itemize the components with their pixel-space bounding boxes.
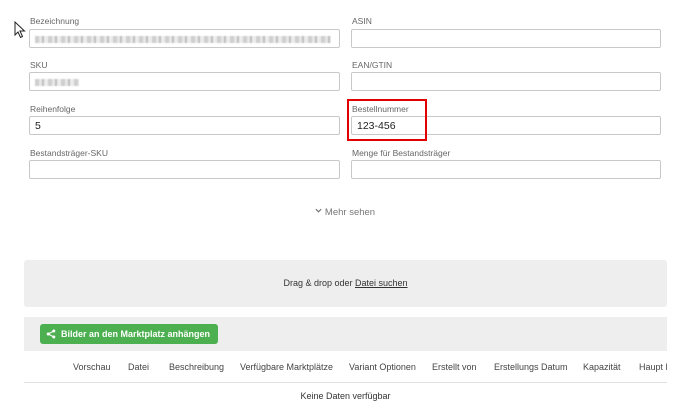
mouse-cursor-icon (14, 21, 26, 39)
images-table-header: Vorschau Datei Beschreibung Verfügbare M… (24, 352, 667, 383)
redacted-value (35, 79, 79, 86)
reihenfolge-label: Reihenfolge (30, 104, 76, 114)
ean-label: EAN/GTIN (352, 60, 393, 70)
browse-file-link[interactable]: Datei suchen (355, 278, 408, 288)
redacted-value (35, 36, 331, 43)
menge-field[interactable] (351, 160, 661, 179)
empty-table-message: Keine Daten verfügbar (300, 391, 391, 401)
bezeichnung-field[interactable] (29, 29, 340, 48)
column-header-beschreibung[interactable]: Beschreibung (169, 362, 224, 372)
column-header-vorschau[interactable]: Vorschau (73, 362, 111, 372)
column-header-variant-optionen[interactable]: Variant Optionen (349, 362, 416, 372)
column-header-datei[interactable]: Datei (128, 362, 149, 372)
column-header-kapazitaet[interactable]: Kapazität (583, 362, 621, 372)
reihenfolge-field[interactable]: 5 (29, 116, 340, 135)
ean-field[interactable] (351, 72, 661, 91)
chevron-down-icon (315, 208, 322, 213)
share-icon (46, 329, 56, 339)
sku-field[interactable] (29, 72, 340, 91)
column-header-erstellungs-datum[interactable]: Erstellungs Datum (494, 362, 568, 372)
attach-images-button[interactable]: Bilder an den Marktplatz anhängen (40, 324, 219, 344)
highlight-box (347, 99, 427, 141)
bezeichnung-label: Bezeichnung (30, 16, 80, 26)
column-header-erstellt-von[interactable]: Erstellt von (432, 362, 477, 372)
bestandstraeger-sku-field[interactable] (29, 160, 340, 179)
bestandstraeger-sku-label: Bestandsträger-SKU (30, 148, 108, 158)
show-more-label: Mehr sehen (324, 207, 376, 218)
asin-label: ASIN (352, 16, 372, 26)
column-header-haupt[interactable]: Haupt B (639, 362, 667, 372)
show-more-button[interactable]: Mehr sehen (0, 207, 690, 218)
dropzone-text: Drag & drop oder (283, 278, 355, 288)
images-toolbar: Bilder an den Marktplatz anhängen (24, 317, 667, 351)
column-header-marktplaetze[interactable]: Verfügbare Marktplätze (240, 362, 333, 372)
asin-field[interactable] (351, 29, 661, 48)
sku-label: SKU (30, 60, 48, 70)
file-dropzone[interactable]: Drag & drop oder Datei suchen (24, 260, 667, 307)
attach-images-label: Bilder an den Marktplatz anhängen (61, 329, 211, 339)
menge-label: Menge für Bestandsträger (352, 148, 451, 158)
